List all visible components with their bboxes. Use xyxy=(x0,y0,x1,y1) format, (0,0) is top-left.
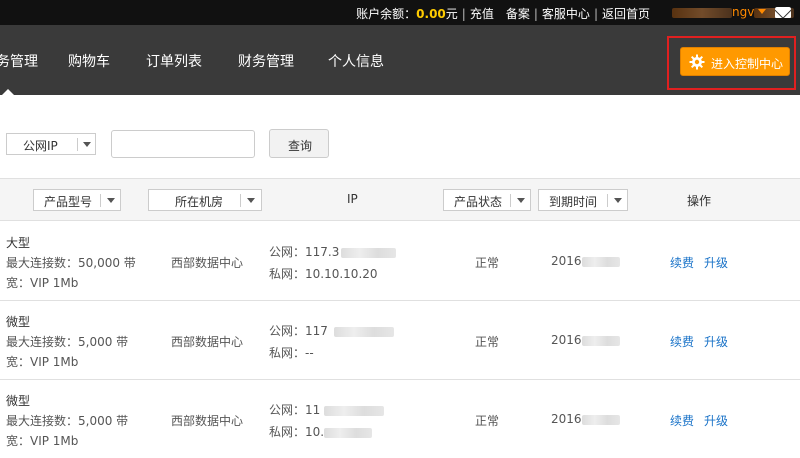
query-button[interactable]: 查询 xyxy=(269,129,329,158)
product-name: 微型 xyxy=(6,315,31,329)
public-ip-cell: 公网：11 xyxy=(269,401,385,418)
control-center-label: 进入控制中心 xyxy=(711,57,784,71)
nav-item-orders[interactable]: 订单列表 xyxy=(146,51,202,71)
expire-date: 2016 xyxy=(551,333,582,347)
redacted-ip xyxy=(333,326,394,337)
nav-item-finance[interactable]: 财务管理 xyxy=(238,51,294,71)
datacenter-filter[interactable]: 所在机房 xyxy=(148,189,262,211)
table-row: 微型 最大连接数：5,000 带 宽：VIP 1Mb 西部数据中心 公网：117… xyxy=(0,301,800,380)
private-ip-cell: 私网：10. xyxy=(269,423,373,440)
chevron-down-icon xyxy=(247,198,255,203)
upgrade-link[interactable]: 升级 xyxy=(704,412,728,429)
search-input[interactable] xyxy=(111,130,255,158)
separator: | xyxy=(461,7,466,21)
nav-item-cart[interactable]: 购物车 xyxy=(68,51,110,71)
separator: | xyxy=(533,7,538,21)
control-center-button[interactable]: 进入控制中心 xyxy=(680,47,790,76)
product-spec: 最大连接数：50,000 带 xyxy=(6,256,136,270)
table-row: 大型 最大连接数：50,000 带 宽：VIP 1Mb 西部数据中心 公网：11… xyxy=(0,222,800,301)
renew-link[interactable]: 续费 xyxy=(670,412,694,429)
gear-icon xyxy=(689,54,705,70)
status-filter[interactable]: 产品状态 xyxy=(443,189,531,211)
private-ip: 私网：-- xyxy=(269,346,314,360)
status-cell: 正常 xyxy=(475,335,500,349)
mail-icon[interactable] xyxy=(775,7,791,18)
product-spec: 最大连接数：5,000 带 xyxy=(6,414,129,428)
datacenter-header: 所在机房 xyxy=(175,195,224,209)
datacenter-cell: 西部数据中心 xyxy=(171,256,244,270)
top-links: 账户余额：0.00元 | 充值 备案 | 客服中心 | 返回首页 xyxy=(356,5,650,22)
public-ip: 公网：117.3 xyxy=(269,245,340,259)
chevron-down-icon xyxy=(83,142,91,147)
separator: | xyxy=(593,7,598,21)
product-name: 大型 xyxy=(6,236,31,250)
table-row: 微型 最大连接数：5,000 带 宽：VIP 1Mb 西部数据中心 公网：11 … xyxy=(0,380,800,458)
redacted-ip xyxy=(341,247,397,258)
ip-type-select[interactable]: 公网IP xyxy=(6,133,96,155)
product-model-filter[interactable]: 产品型号 xyxy=(33,189,121,211)
private-ip: 私网：10.10.10.20 xyxy=(269,267,378,281)
upgrade-link[interactable]: 升级 xyxy=(704,254,728,271)
recharge-link[interactable]: 充值 xyxy=(470,7,494,21)
expire-date: 2016 xyxy=(551,412,582,426)
nav-item-profile[interactable]: 个人信息 xyxy=(328,51,384,71)
product-spec: 宽：VIP 1Mb xyxy=(6,434,79,448)
chevron-down-icon[interactable] xyxy=(758,9,766,14)
status-cell: 正常 xyxy=(475,414,500,428)
status-header: 产品状态 xyxy=(454,195,503,209)
filing-link[interactable]: 备案 xyxy=(506,7,530,21)
top-bar: 账户余额：0.00元 | 充值 备案 | 客服中心 | 返回首页 ngv xyxy=(0,0,800,25)
redacted-ip xyxy=(324,427,373,438)
redacted-ip xyxy=(324,405,385,416)
product-model-header: 产品型号 xyxy=(44,195,93,209)
redacted-date xyxy=(581,414,620,425)
chevron-down-icon xyxy=(517,198,525,203)
product-name: 微型 xyxy=(6,394,31,408)
chevron-down-icon xyxy=(614,198,622,203)
expire-cell: 2016 xyxy=(551,254,620,268)
expire-header: 到期时间 xyxy=(549,195,598,209)
product-spec: 最大连接数：5,000 带 xyxy=(6,335,129,349)
renew-link[interactable]: 续费 xyxy=(670,333,694,350)
private-ip: 私网：10. xyxy=(269,425,325,439)
balance-unit: 元 xyxy=(445,7,458,21)
username-visible: ngv xyxy=(732,5,755,19)
ip-header: IP xyxy=(347,192,358,206)
status-cell: 正常 xyxy=(475,256,500,270)
support-link[interactable]: 客服中心 xyxy=(542,7,590,21)
expire-date: 2016 xyxy=(551,254,582,268)
balance-amount: 0.00 xyxy=(416,7,446,21)
query-button-label: 查询 xyxy=(288,139,313,153)
public-ip-cell: 公网：117 xyxy=(269,322,394,339)
instance-table: 产品型号 所在机房 IP 产品状态 到期时间 操作 大型 最大连接数：50,00… xyxy=(0,178,800,458)
upgrade-link[interactable]: 升级 xyxy=(704,333,728,350)
redacted-date xyxy=(581,256,620,267)
public-ip-cell: 公网：117.3 xyxy=(269,243,397,260)
table-header: 产品型号 所在机房 IP 产品状态 到期时间 操作 xyxy=(0,179,800,221)
public-ip: 公网：117 xyxy=(269,324,328,338)
nav-item-service-management[interactable]: 务管理 xyxy=(0,51,38,71)
public-ip: 公网：11 xyxy=(269,403,321,417)
actions-header: 操作 xyxy=(687,194,712,208)
home-link[interactable]: 返回首页 xyxy=(602,7,650,21)
username-redacted xyxy=(672,7,732,18)
active-tab-pointer xyxy=(2,89,14,95)
redacted-date xyxy=(581,335,620,346)
expire-cell: 2016 xyxy=(551,412,620,426)
datacenter-cell: 西部数据中心 xyxy=(171,414,244,428)
product-spec: 宽：VIP 1Mb xyxy=(6,276,79,290)
expire-filter[interactable]: 到期时间 xyxy=(538,189,628,211)
ip-type-value: 公网IP xyxy=(23,139,58,153)
expire-cell: 2016 xyxy=(551,333,620,347)
balance-label: 账户余额： xyxy=(356,7,417,21)
chevron-down-icon xyxy=(107,198,115,203)
product-spec: 宽：VIP 1Mb xyxy=(6,355,79,369)
renew-link[interactable]: 续费 xyxy=(670,254,694,271)
datacenter-cell: 西部数据中心 xyxy=(171,335,244,349)
